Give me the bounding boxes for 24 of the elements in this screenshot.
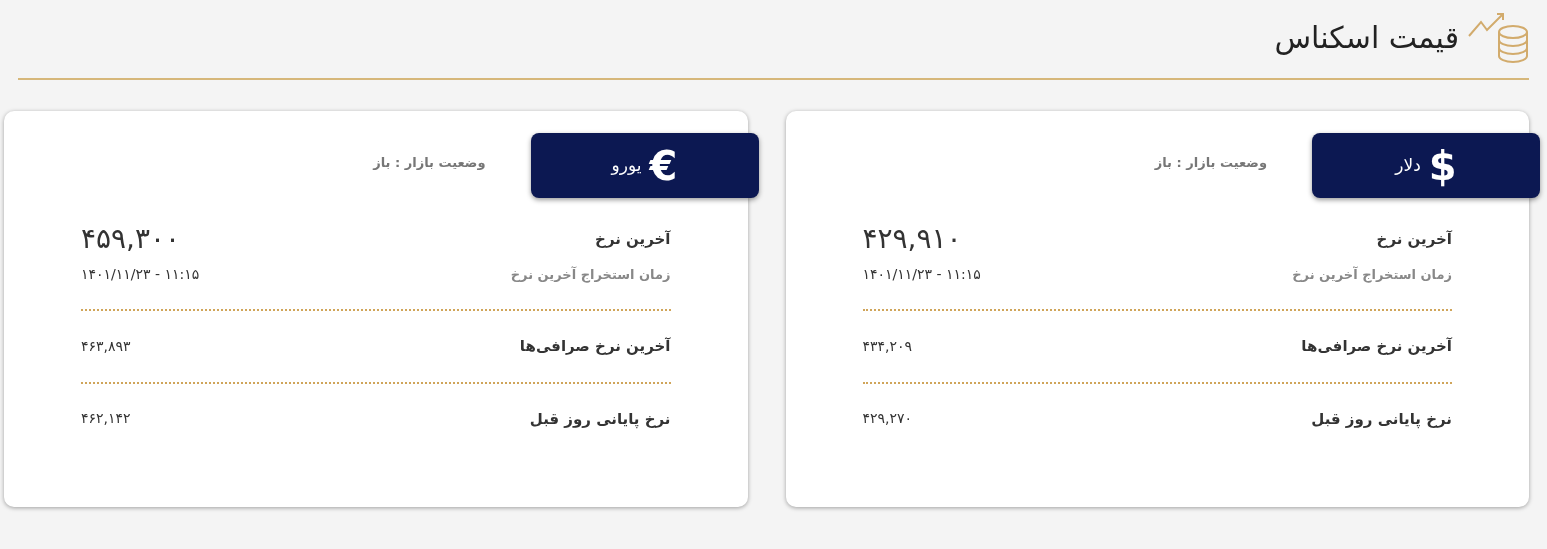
currency-symbol: $ xyxy=(1428,145,1457,186)
rate-value: ۴۶۲,۱۴۲ xyxy=(81,409,131,429)
rate-value: ۴۶۳,۸۹۳ xyxy=(81,336,131,356)
rate-label: آخرین نرخ xyxy=(1376,228,1452,250)
rate-label: نرخ پایانی روز قبل xyxy=(529,408,671,430)
market-status: وضعیت بازار : باز xyxy=(371,154,486,172)
rate-value: ۴۲۹,۲۷۰ xyxy=(862,409,913,429)
page-title: قیمت اسکناس xyxy=(1274,20,1459,56)
time-label: زمان استخراج آخرین نرخ xyxy=(1292,265,1452,285)
currency-name: یورو xyxy=(611,153,642,177)
market-status: وضعیت بازار : باز xyxy=(1153,154,1267,172)
rate-label: آخرین نرخ صرافی‌ها xyxy=(1301,336,1452,357)
currency-name: دلار xyxy=(1395,153,1421,177)
time-value: ۱۱:۱۵ - ۱۴۰۱/۱۱/۲۳ xyxy=(862,265,981,284)
rate-value: ۴۳۴,۲۰۹ xyxy=(862,336,913,356)
time-value: ۱۱:۱۵ - ۱۴۰۱/۱۱/۲۳ xyxy=(81,265,200,284)
rate-value: ۴۲۹,۹۱۰ xyxy=(862,221,962,257)
coins-chart-icon xyxy=(1467,10,1529,66)
rate-label: آخرین نرخ صرافی‌ها xyxy=(519,336,671,357)
rate-label: آخرین نرخ xyxy=(595,228,671,250)
rate-label: نرخ پایانی روز قبل xyxy=(1311,408,1452,430)
time-label: زمان استخراج آخرین نرخ xyxy=(510,265,671,285)
rate-value: ۴۵۹,۳۰۰ xyxy=(81,221,181,257)
currency-symbol: € xyxy=(649,145,678,186)
